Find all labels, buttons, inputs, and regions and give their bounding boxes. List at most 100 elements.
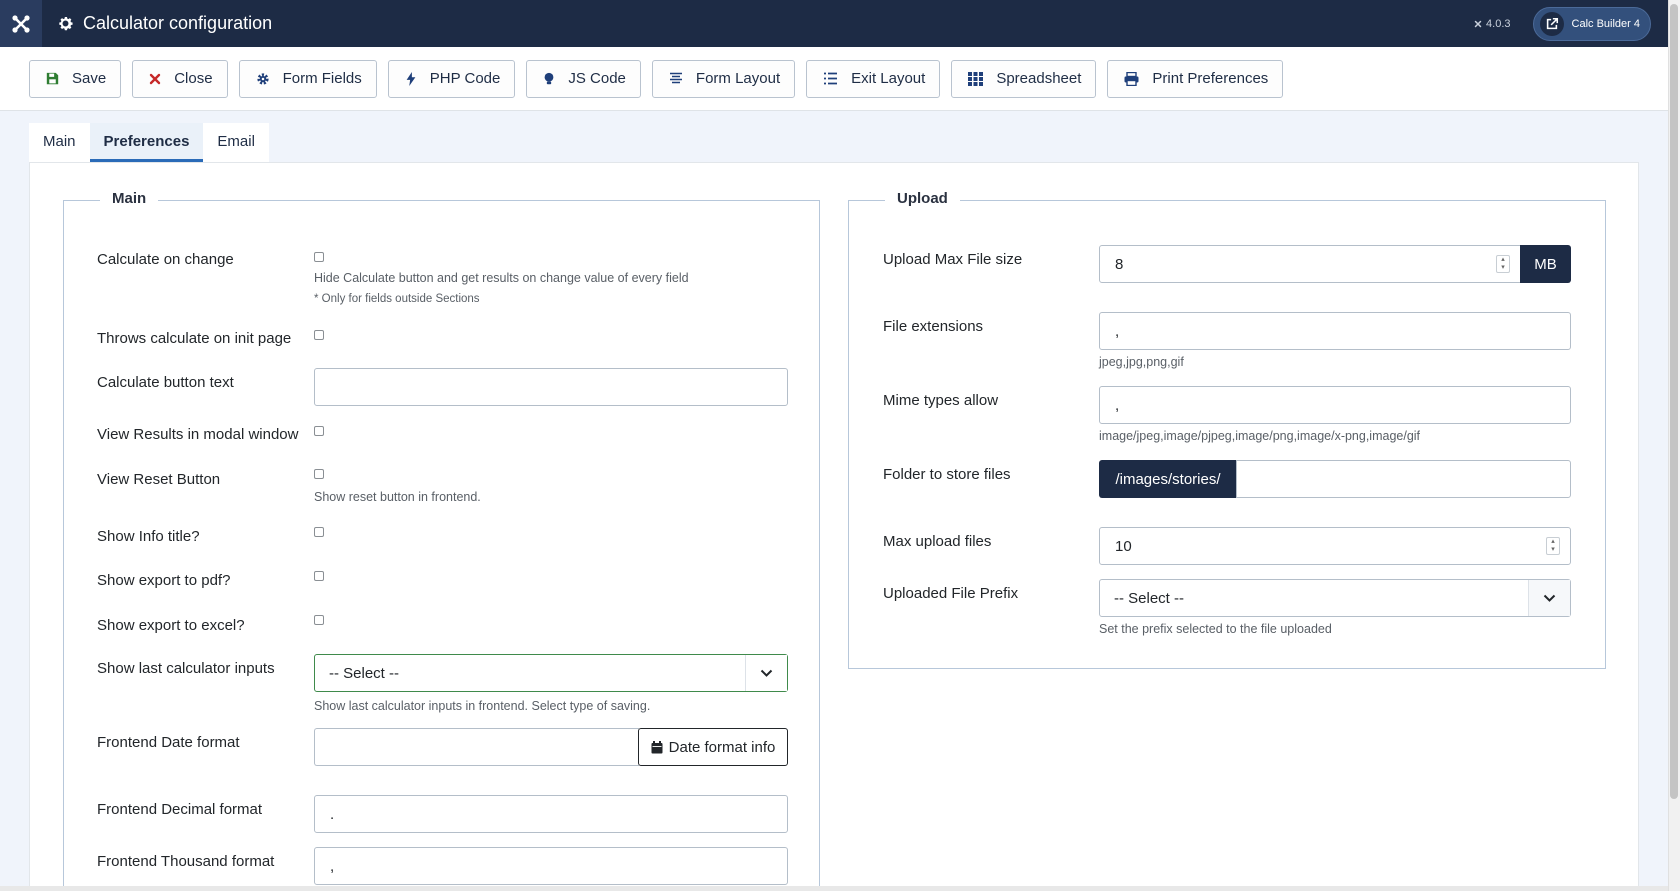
show-export-excel-checkbox[interactable]: [314, 615, 324, 625]
show-last-inputs-label: Show last calculator inputs: [97, 660, 275, 677]
view-results-modal-checkbox[interactable]: [314, 426, 324, 436]
tab-main[interactable]: Main: [29, 123, 90, 162]
view-reset-button-help: Show reset button in frontend.: [314, 490, 481, 504]
floppy-disk-icon: [46, 72, 59, 85]
show-export-pdf-checkbox[interactable]: [314, 571, 324, 581]
form-fields-button[interactable]: Form Fields: [238, 59, 377, 98]
folder-label: Folder to store files: [883, 466, 1011, 483]
frontend-decimal-format-input[interactable]: .: [314, 795, 788, 833]
joomla-icon: [12, 14, 30, 33]
max-upload-files-value: 10: [1115, 537, 1132, 555]
main-fieldset: Main Calculate on change Hide Calculate …: [63, 190, 820, 891]
js-code-label: JS Code: [568, 70, 626, 87]
close-icon: [150, 73, 161, 84]
page-title-text: Calculator configuration: [83, 13, 273, 33]
frontend-thousand-format-label: Frontend Thousand format: [97, 853, 275, 870]
max-file-size-input[interactable]: 8 ▴ ▾: [1099, 245, 1521, 283]
max-file-size-label: Upload Max File size: [883, 251, 1023, 268]
lightbulb-icon: [544, 72, 554, 84]
number-spinner[interactable]: ▴ ▾: [1546, 537, 1560, 555]
view-reset-button-checkbox[interactable]: [314, 469, 324, 479]
date-format-info-button[interactable]: Date format info: [638, 728, 788, 766]
show-info-title-checkbox[interactable]: [314, 527, 324, 537]
tab-preferences[interactable]: Preferences: [89, 123, 204, 162]
js-code-button[interactable]: JS Code: [526, 59, 641, 98]
show-export-pdf-label: Show export to pdf?: [97, 572, 231, 589]
max-upload-files-label: Max upload files: [883, 533, 992, 550]
folder-input[interactable]: [1236, 460, 1571, 498]
chevron-down-icon: [1528, 580, 1570, 616]
view-reset-button-label: View Reset Button: [97, 471, 221, 488]
horizontal-scrollbar[interactable]: [0, 886, 1668, 891]
php-code-label: PHP Code: [429, 70, 501, 87]
show-info-title-label: Show Info title?: [97, 528, 200, 545]
calculate-on-change-label: Calculate on change: [97, 251, 234, 268]
external-link-icon: [1539, 11, 1564, 36]
grid-icon: [968, 71, 984, 86]
form-layout-button[interactable]: Form Layout: [651, 59, 796, 98]
page-title: Calculator configuration: [57, 13, 272, 34]
spreadsheet-button[interactable]: Spreadsheet: [951, 59, 1097, 98]
exit-layout-label: Exit Layout: [851, 70, 926, 87]
calculate-button-text-label: Calculate button text: [97, 374, 234, 391]
file-extensions-input[interactable]: ,: [1099, 312, 1571, 350]
calculate-on-change-note: * Only for fields outside Sections: [314, 293, 480, 305]
scrollbar-thumb[interactable]: [1670, 4, 1678, 799]
tab-email[interactable]: Email: [203, 123, 269, 162]
joomla-logo[interactable]: [0, 0, 42, 47]
date-format-info-label: Date format info: [668, 738, 776, 756]
file-prefix-label: Uploaded File Prefix: [883, 585, 1019, 602]
calc-builder-external-button[interactable]: Calc Builder 4: [1532, 6, 1651, 41]
max-file-size-value: 8: [1115, 255, 1124, 273]
external-button-label: Calc Builder 4: [1571, 17, 1640, 30]
frontend-thousand-format-input[interactable]: ,: [314, 847, 788, 885]
close-label: Close: [174, 70, 213, 87]
preferences-panel: Main Calculate on change Hide Calculate …: [29, 162, 1639, 891]
calculate-button-text-input[interactable]: [314, 368, 788, 406]
form-fields-label: Form Fields: [282, 70, 362, 87]
cog-icon: [256, 72, 269, 85]
list-icon: [824, 72, 838, 85]
print-preferences-button[interactable]: Print Preferences: [1107, 59, 1284, 98]
calendar-icon: [651, 740, 663, 753]
close-button[interactable]: Close: [132, 59, 228, 98]
main-legend: Main: [100, 190, 159, 207]
upload-legend: Upload: [885, 190, 960, 207]
app-header: Calculator configuration 4.0.3 Calc Buil…: [0, 0, 1668, 47]
show-export-excel-label: Show export to excel?: [97, 617, 245, 634]
toolbar: Save Close Form Fields PHP Code JS Code …: [0, 47, 1668, 111]
frontend-decimal-format-label: Frontend Decimal format: [97, 801, 263, 818]
number-spinner[interactable]: ▴ ▾: [1496, 255, 1510, 273]
throws-calculate-checkbox[interactable]: [314, 330, 324, 340]
max-file-size-unit: MB: [1520, 245, 1571, 283]
calculate-on-change-help: Hide Calculate button and get results on…: [314, 271, 689, 285]
mime-types-label: Mime types allow: [883, 392, 999, 409]
printer-icon: [1124, 71, 1139, 86]
view-results-modal-label: View Results in modal window: [97, 426, 299, 443]
file-prefix-selected: -- Select --: [1114, 589, 1185, 607]
chevron-down-icon: [745, 655, 787, 691]
mime-types-help: image/jpeg,image/pjpeg,image/png,image/x…: [1099, 429, 1421, 443]
php-code-button[interactable]: PHP Code: [387, 59, 516, 98]
file-prefix-select[interactable]: -- Select --: [1099, 579, 1571, 617]
exit-layout-button[interactable]: Exit Layout: [806, 59, 941, 98]
mime-types-input[interactable]: ,: [1099, 386, 1571, 424]
frontend-date-format-label: Frontend Date format: [97, 734, 240, 751]
upload-fieldset: Upload Upload Max File size 8 ▴ ▾ MB File…: [848, 190, 1606, 669]
vertical-scrollbar[interactable]: [1668, 0, 1680, 891]
save-button[interactable]: Save: [29, 59, 122, 98]
bolt-icon: [406, 71, 416, 86]
version-badge: 4.0.3: [1473, 18, 1511, 30]
throws-calculate-label: Throws calculate on init page: [97, 330, 292, 347]
file-extensions-label: File extensions: [883, 318, 984, 335]
show-last-inputs-help: Show last calculator inputs in frontend.…: [314, 699, 651, 713]
show-last-inputs-select[interactable]: -- Select --: [314, 654, 788, 692]
gear-icon: [59, 16, 73, 31]
show-last-inputs-selected: -- Select --: [329, 664, 400, 682]
calculate-on-change-checkbox[interactable]: [314, 252, 324, 262]
frontend-date-format-input[interactable]: [314, 728, 639, 766]
max-upload-files-input[interactable]: 10 ▴ ▾: [1099, 527, 1571, 565]
save-label: Save: [72, 70, 107, 87]
spreadsheet-label: Spreadsheet: [996, 70, 1082, 87]
file-extensions-help: jpeg,jpg,png,gif: [1099, 355, 1184, 369]
